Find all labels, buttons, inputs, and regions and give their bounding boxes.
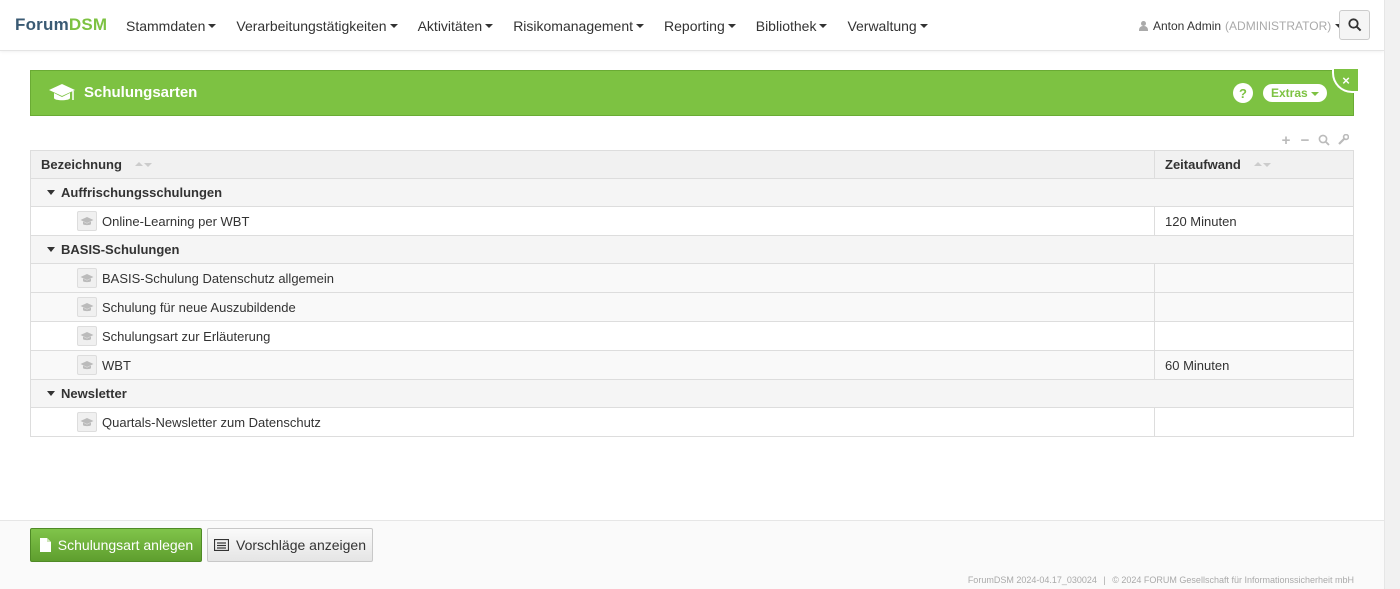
- top-navbar: ForumDSM Stammdaten Verarbeitungstätigke…: [0, 0, 1384, 51]
- nav-aktivitaeten[interactable]: Aktivitäten: [408, 0, 504, 51]
- table-row[interactable]: Quartals-Newsletter zum Datenschutz: [31, 408, 1353, 437]
- table-row[interactable]: BASIS-Schulung Datenschutz allgemein: [31, 264, 1353, 293]
- create-training-type-button[interactable]: Schulungsart anlegen: [30, 528, 202, 562]
- app-logo[interactable]: ForumDSM: [15, 15, 107, 35]
- show-suggestions-button[interactable]: Vorschläge anzeigen: [207, 528, 373, 562]
- nav-reporting[interactable]: Reporting: [654, 0, 746, 51]
- file-icon: [39, 538, 51, 552]
- chevron-down-icon: [208, 24, 217, 28]
- training-types-table: Bezeichnung Zeitaufwand Auffrischungssch…: [30, 150, 1354, 437]
- logo-part-forum: Forum: [15, 15, 69, 34]
- logo-part-dsm: DSM: [68, 15, 108, 34]
- group-label: Auffrischungsschulungen: [61, 185, 223, 200]
- group-label: Newsletter: [61, 386, 127, 401]
- graduation-cap-icon: [77, 412, 97, 432]
- main-menu: Stammdaten Verarbeitungstätigkeiten Akti…: [116, 0, 938, 51]
- nav-bibliothek[interactable]: Bibliothek: [746, 0, 838, 51]
- table-row[interactable]: Schulung für neue Auszubildende: [31, 293, 1353, 322]
- graduation-cap-icon: [77, 268, 97, 288]
- footer-copyright: © 2024 FORUM Gesellschaft für Informatio…: [1112, 575, 1354, 585]
- suggest-button-label: Vorschläge anzeigen: [236, 537, 366, 553]
- table-toolbar: + −: [1279, 132, 1350, 149]
- group-row[interactable]: Newsletter: [31, 380, 1353, 408]
- collapse-all-icon[interactable]: −: [1298, 132, 1312, 149]
- help-button[interactable]: ?: [1233, 83, 1253, 103]
- search-button[interactable]: [1339, 10, 1370, 40]
- chevron-down-icon: [636, 24, 645, 28]
- table-row[interactable]: Online-Learning per WBT 120 Minuten: [31, 207, 1353, 236]
- extras-button[interactable]: Extras: [1263, 84, 1327, 102]
- group-label: BASIS-Schulungen: [61, 242, 180, 257]
- panel-header: Schulungsarten ? Extras ×: [30, 69, 1358, 116]
- row-name: Quartals-Newsletter zum Datenschutz: [102, 414, 321, 430]
- sort-icon: [1253, 162, 1271, 167]
- expand-all-icon[interactable]: +: [1279, 132, 1293, 149]
- nav-risikomanagement[interactable]: Risikomanagement: [503, 0, 654, 51]
- user-icon: [1139, 20, 1148, 31]
- chevron-down-icon: [389, 24, 398, 28]
- chevron-down-icon: [919, 24, 928, 28]
- table-row[interactable]: WBT 60 Minuten: [31, 351, 1353, 380]
- caret-down-icon: [47, 391, 55, 396]
- user-name: Anton Admin: [1153, 18, 1222, 33]
- row-name: Schulungsart zur Erläuterung: [102, 328, 271, 344]
- close-button[interactable]: ×: [1332, 69, 1358, 93]
- chevron-down-icon: [819, 24, 828, 28]
- graduation-cap-icon: [77, 355, 97, 375]
- row-time: 60 Minuten: [1165, 357, 1230, 373]
- group-row[interactable]: BASIS-Schulungen: [31, 236, 1353, 264]
- chevron-down-icon: [485, 24, 494, 28]
- caret-down-icon: [47, 247, 55, 252]
- row-name: Schulung für neue Auszubildende: [102, 299, 296, 315]
- group-row[interactable]: Auffrischungsschulungen: [31, 179, 1353, 207]
- nav-verwaltung[interactable]: Verwaltung: [837, 0, 937, 51]
- graduation-cap-icon: [77, 211, 97, 231]
- page-scrollbar[interactable]: [1384, 0, 1400, 589]
- footer-version: ForumDSM 2024-04.17_030024: [967, 575, 1097, 585]
- chevron-down-icon: [727, 24, 736, 28]
- user-menu[interactable]: Anton Admin (ADMINISTRATOR): [1139, 0, 1344, 51]
- graduation-cap-icon: [77, 326, 97, 346]
- wrench-icon[interactable]: [1336, 133, 1350, 147]
- search-icon[interactable]: [1317, 133, 1331, 147]
- graduation-cap-icon: [49, 84, 75, 101]
- table-header: Bezeichnung Zeitaufwand: [31, 151, 1353, 179]
- graduation-cap-icon: [77, 297, 97, 317]
- nav-verarbeitungstaetigkeiten[interactable]: Verarbeitungstätigkeiten: [226, 0, 407, 51]
- page-title: Schulungsarten: [84, 84, 198, 101]
- footer-note: ForumDSM 2024-04.17_030024 | © 2024 FORU…: [967, 575, 1354, 585]
- column-header-bezeichnung[interactable]: Bezeichnung: [31, 151, 1155, 178]
- table-row[interactable]: Schulungsart zur Erläuterung: [31, 322, 1353, 351]
- row-time: 120 Minuten: [1165, 213, 1237, 229]
- nav-stammdaten[interactable]: Stammdaten: [116, 0, 226, 51]
- caret-down-icon: [47, 190, 55, 195]
- search-icon: [1347, 18, 1361, 32]
- row-name: Online-Learning per WBT: [102, 213, 250, 229]
- sort-icon: [134, 162, 152, 167]
- row-name: BASIS-Schulung Datenschutz allgemein: [102, 270, 334, 286]
- chevron-down-icon: [1310, 91, 1319, 96]
- list-icon: [214, 539, 229, 551]
- row-name: WBT: [102, 357, 131, 373]
- column-header-zeitaufwand[interactable]: Zeitaufwand: [1155, 151, 1353, 178]
- user-role: (ADMINISTRATOR): [1225, 18, 1332, 33]
- create-button-label: Schulungsart anlegen: [57, 537, 194, 553]
